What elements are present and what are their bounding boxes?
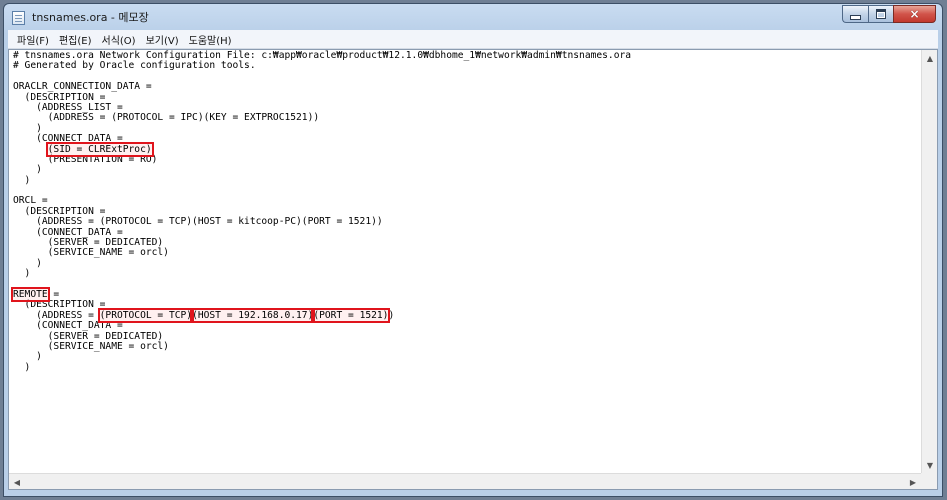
text-line: REMOTE = — [11, 286, 921, 302]
line-text: ) — [388, 309, 395, 321]
line-text: (CONNECT_DATA = — [13, 226, 123, 238]
text-line: (CONNECT_DATA = — [13, 133, 921, 145]
text-line: ) — [13, 174, 921, 186]
text-line: ) — [13, 165, 921, 175]
line-text: # Generated by Oracle configuration tool… — [13, 60, 256, 72]
scroll-right-icon[interactable]: ▶ — [905, 474, 921, 489]
close-icon: × — [909, 7, 920, 21]
text-line: ) — [13, 269, 921, 279]
line-text: (DESCRIPTION = — [13, 299, 106, 311]
notepad-window: tnsnames.ora - 메모장 × 파일(F) 편집(E) 서식(O) 보… — [3, 3, 943, 497]
highlighted-text: (PROTOCOL = TCP) — [97, 307, 195, 323]
line-text: (CONNECT_DATA = — [13, 133, 123, 145]
text-line: (ADDRESS = (PROTOCOL = TCP)(HOST = 192.1… — [13, 307, 921, 323]
line-text: ) — [13, 122, 42, 134]
text-line: (SERVICE_NAME = orcl) — [13, 340, 921, 352]
menu-edit[interactable]: 편집(E) — [54, 32, 97, 47]
scroll-down-icon[interactable]: ▼ — [922, 457, 937, 473]
line-text: (SERVICE_NAME = orcl) — [13, 340, 169, 352]
line-text — [13, 144, 48, 155]
highlighted-text: REMOTE — [11, 286, 50, 302]
text-line — [13, 280, 921, 290]
highlighted-text: (SID = CLRExtProc) — [45, 141, 154, 157]
line-text: ) — [13, 174, 31, 186]
text-line: ) — [13, 352, 921, 362]
line-text: (DESCRIPTION = — [13, 91, 106, 103]
menu-bar: 파일(F) 편집(E) 서식(O) 보기(V) 도움말(H) — [8, 30, 938, 49]
line-text: (SERVICE_NAME = orcl) — [13, 247, 169, 259]
text-line: (PRESENTATION = RO) — [13, 153, 921, 165]
minimize-icon — [850, 14, 861, 20]
text-line: # Generated by Oracle configuration tool… — [13, 61, 921, 71]
line-text: ) — [13, 351, 42, 363]
horizontal-scrollbar[interactable]: ◀ ▶ — [9, 473, 921, 489]
close-button[interactable]: × — [893, 5, 936, 23]
maximize-button[interactable] — [868, 5, 893, 23]
line-text: = — [47, 288, 60, 300]
minimize-button[interactable] — [842, 5, 868, 23]
scroll-up-icon[interactable]: ▲ — [922, 50, 937, 66]
text-line: ORACLR_CONNECTION_DATA = — [13, 81, 921, 93]
notepad-icon[interactable] — [12, 11, 25, 25]
line-text: (CONNECT_DATA = — [13, 320, 123, 332]
line-text: (ADDRESS = (PROTOCOL = IPC)(KEY = EXTPRO… — [13, 112, 320, 124]
line-text: (ADDRESS = — [13, 309, 100, 321]
menu-file[interactable]: 파일(F) — [12, 32, 54, 47]
line-text: (PRESENTATION = RO) — [13, 153, 158, 165]
line-text: ) — [13, 268, 31, 280]
menu-help[interactable]: 도움말(H) — [184, 32, 237, 47]
menu-format[interactable]: 서식(O) — [97, 32, 141, 47]
line-text: ORACLR_CONNECTION_DATA = — [13, 81, 152, 93]
editor-text-area[interactable]: # tnsnames.ora Network Configuration Fil… — [9, 50, 921, 473]
menu-view[interactable]: 보기(V) — [141, 32, 184, 47]
text-line: (ADDRESS = (PROTOCOL = TCP)(HOST = kitco… — [13, 217, 921, 227]
title-bar[interactable]: tnsnames.ora - 메모장 × — [4, 4, 942, 30]
line-text: (DESCRIPTION = — [13, 205, 106, 217]
line-text: # tnsnames.ora Network Configuration Fil… — [13, 50, 632, 61]
line-text: ) — [13, 164, 42, 176]
vertical-scrollbar[interactable]: ▲ ▼ — [921, 50, 937, 473]
line-text: (SERVER = DEDICATED) — [13, 237, 164, 249]
text-line: (DESCRIPTION = — [13, 91, 921, 103]
text-line: (ADDRESS = (PROTOCOL = IPC)(KEY = EXTPRO… — [13, 113, 921, 123]
caption-buttons: × — [842, 5, 936, 23]
text-line: ) — [13, 257, 921, 269]
line-text: (ADDRESS = (PROTOCOL = TCP)(HOST = kitco… — [13, 216, 383, 228]
line-text: ORCL = — [13, 195, 48, 207]
line-text: ) — [13, 361, 31, 373]
text-editor[interactable]: # tnsnames.ora Network Configuration Fil… — [8, 49, 938, 490]
line-text: (ADDRESS_LIST = — [13, 101, 123, 113]
text-line: ) — [13, 361, 921, 373]
text-line: (SERVICE_NAME = orcl) — [13, 248, 921, 258]
line-text: ) — [13, 257, 42, 269]
text-line — [13, 186, 921, 196]
window-title: tnsnames.ora - 메모장 — [32, 11, 149, 24]
highlighted-text: (PORT = 1521) — [311, 307, 391, 323]
highlighted-text: (HOST = 192.168.0.17) — [190, 307, 316, 323]
line-text: (SERVER = DEDICATED) — [13, 330, 164, 342]
text-line: ) — [13, 122, 921, 134]
scrollbar-corner — [921, 473, 937, 489]
scroll-left-icon[interactable]: ◀ — [9, 474, 25, 489]
text-line: ORCL = — [13, 196, 921, 206]
maximize-icon — [876, 9, 886, 19]
